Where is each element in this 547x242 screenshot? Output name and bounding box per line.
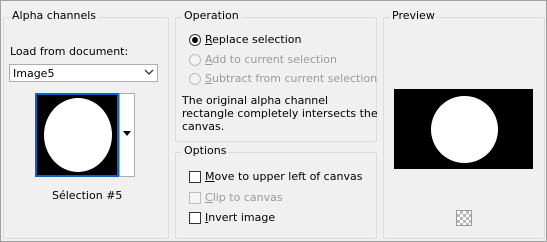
- preview-image: [394, 89, 533, 169]
- add-to-selection-radio[interactable]: [189, 54, 201, 66]
- clip-to-canvas-label-text: lip to canvas: [212, 191, 283, 204]
- info-line-1: The original alpha channel: [182, 94, 329, 107]
- move-to-upper-left-label[interactable]: Move to upper left of canvas: [205, 170, 362, 183]
- subtract-from-selection-label[interactable]: Subtract from current selection: [205, 72, 377, 85]
- chevron-down-icon: [144, 69, 154, 75]
- thumbnail-circle: [44, 98, 112, 172]
- move-to-upper-left-label-text: ove to upper left of canvas: [214, 170, 363, 183]
- radio-selected-dot: [192, 37, 198, 43]
- invert-image-label-text: nvert image: [208, 211, 276, 224]
- subtract-from-selection-radio[interactable]: [189, 73, 201, 85]
- alpha-channels-dialog: Alpha channels Load from document: Image…: [0, 0, 547, 242]
- document-select[interactable]: Image5: [9, 64, 158, 82]
- invert-image-label[interactable]: Invert image: [205, 211, 275, 224]
- replace-selection-label[interactable]: Replace selection: [205, 33, 301, 46]
- options-title: Options: [182, 144, 229, 157]
- alpha-channels-title: Alpha channels: [10, 9, 99, 22]
- alpha-channel-thumbnail[interactable]: [35, 93, 119, 177]
- add-to-selection-label[interactable]: Add to current selection: [205, 53, 337, 66]
- clip-to-canvas-checkbox[interactable]: [189, 192, 201, 204]
- load-from-document-label: Load from document:: [10, 45, 129, 58]
- operation-title: Operation: [182, 9, 241, 22]
- add-to-selection-label-text: dd to current selection: [212, 53, 337, 66]
- checkerboard-zoom-icon[interactable]: [456, 210, 472, 226]
- move-to-upper-left-checkbox[interactable]: [189, 171, 201, 183]
- thumbnail-dropdown-button[interactable]: [119, 93, 135, 177]
- info-line-2: rectangle completely intersects the: [182, 107, 378, 120]
- replace-selection-radio[interactable]: [189, 34, 201, 46]
- triangle-down-icon: [123, 131, 131, 136]
- preview-title: Preview: [390, 9, 437, 22]
- info-line-3: canvas.: [182, 120, 225, 133]
- preview-circle: [431, 96, 498, 163]
- replace-selection-label-text: eplace selection: [212, 33, 302, 46]
- invert-image-checkbox[interactable]: [189, 212, 201, 224]
- document-select-value: Image5: [13, 67, 55, 80]
- subtract-from-selection-label-text: ubtract from current selection: [211, 72, 378, 85]
- clip-to-canvas-label[interactable]: Clip to canvas: [205, 191, 283, 204]
- selection-name-label: Sélection #5: [52, 189, 123, 202]
